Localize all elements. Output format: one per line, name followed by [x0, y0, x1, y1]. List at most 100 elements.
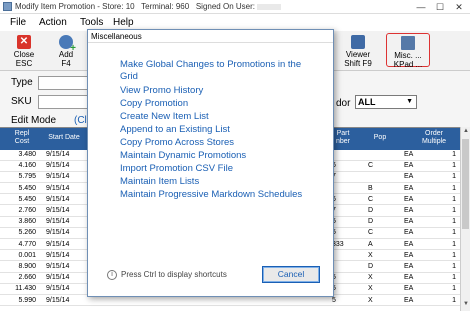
option-create-item-list[interactable]: Create New Item List: [120, 111, 209, 122]
maximize-button[interactable]: ☐: [431, 1, 449, 13]
cell-start-date: 9/15/14: [46, 263, 70, 270]
title-signed-on: Signed On User:: [195, 2, 255, 11]
misc-toolbar-button[interactable]: Misc. ... KPad ...: [386, 33, 430, 69]
scroll-up-icon[interactable]: ▲: [462, 128, 470, 137]
title-store: Modify Item Promotion - Store: 10: [15, 2, 135, 11]
cell-start-date: 9/15/14: [46, 251, 70, 259]
option-copy-across-stores[interactable]: Copy Promo Across Stores: [120, 137, 234, 148]
cell-order-multiple: 1: [452, 296, 456, 304]
header-order-multiple[interactable]: Order Multiple: [412, 130, 456, 146]
cell-order-multiple: 1: [452, 274, 456, 282]
sku-label: SKU: [11, 96, 32, 107]
option-append-list[interactable]: Append to an Existing List: [120, 124, 230, 135]
cell-order-multiple: 1: [452, 229, 456, 237]
table-row[interactable]: 5.990 9/15/14 5 X EA 1: [0, 296, 460, 307]
viewer-shortcut: Shift F9: [344, 59, 372, 68]
type-label: Type: [11, 77, 33, 88]
cell-pop: D: [368, 263, 374, 270]
info-icon: i: [107, 270, 117, 280]
cell-part-number: 7: [332, 207, 354, 214]
window-close-button[interactable]: ✕: [450, 1, 468, 13]
cell-unit: EA: [404, 184, 414, 192]
cell-order-multiple: 1: [452, 207, 456, 214]
menu-action[interactable]: Action: [39, 17, 67, 28]
misc-icon: [401, 36, 415, 50]
cell-start-date: 9/15/14: [46, 184, 70, 192]
minimize-button[interactable]: —: [412, 1, 430, 13]
cell-pop: C: [368, 162, 374, 170]
scroll-thumb[interactable]: [462, 139, 469, 229]
cell-repl-cost: 3.860: [18, 218, 36, 226]
header-start-date[interactable]: Start Date: [44, 134, 84, 142]
cell-part-number: 5: [332, 274, 354, 281]
cell-unit: EA: [404, 263, 414, 270]
option-import-csv[interactable]: Import Promotion CSV File: [120, 163, 233, 174]
add-label: Add: [58, 50, 74, 59]
cell-pop: C: [368, 229, 374, 237]
misc-shortcut: KPad ...: [393, 60, 423, 69]
add-toolbar-button[interactable]: Add F4: [46, 33, 86, 68]
cell-order-multiple: 1: [452, 285, 456, 293]
cell-repl-cost: 4.770: [18, 240, 36, 248]
cell-repl-cost: 5.990: [18, 296, 36, 304]
cell-order-multiple: 1: [452, 184, 456, 192]
misc-label: Misc. ...: [394, 51, 422, 60]
scroll-down-icon[interactable]: ▼: [462, 301, 470, 310]
cell-unit: EA: [404, 162, 414, 170]
close-toolbar-button[interactable]: ✕ Close ESC: [4, 33, 44, 68]
title-bar: Modify Item Promotion - Store: 10 Termin…: [0, 0, 470, 14]
header-pop[interactable]: Pop: [368, 134, 392, 142]
menu-file[interactable]: File: [10, 17, 26, 28]
option-maintain-item-lists[interactable]: Maintain Item Lists: [120, 176, 199, 187]
cell-repl-cost: 5.450: [18, 184, 36, 192]
option-copy-promotion[interactable]: Copy Promotion: [120, 98, 188, 109]
viewer-toolbar-button[interactable]: Viewer Shift F9: [338, 33, 378, 68]
cell-start-date: 9/15/14: [46, 240, 70, 248]
cell-start-date: 9/15/14: [46, 207, 70, 214]
close-label: Close: [13, 50, 35, 59]
cell-repl-cost: 4.160: [18, 162, 36, 170]
header-part-number[interactable]: Part nber: [331, 130, 355, 146]
cell-repl-cost: 2.760: [18, 207, 36, 214]
vendor-select[interactable]: ALL ▼: [355, 95, 417, 109]
option-dynamic-promotions[interactable]: Maintain Dynamic Promotions: [120, 150, 246, 161]
app-icon: [3, 2, 12, 11]
option-global-changes[interactable]: Make Global Changes to Promotions in the: [120, 59, 301, 70]
add-shortcut: F4: [61, 59, 71, 68]
cell-pop: D: [368, 218, 374, 226]
viewer-icon: [351, 35, 365, 49]
cell-part-number: 5: [332, 296, 336, 304]
cell-order-multiple: 1: [452, 218, 456, 226]
cell-pop: B: [368, 184, 373, 192]
option-global-changes-cont[interactable]: Grid: [120, 71, 138, 82]
cell-order-multiple: 1: [452, 195, 456, 203]
cancel-button[interactable]: Cancel: [262, 266, 320, 283]
add-user-icon: [59, 35, 76, 53]
cell-unit: EA: [404, 207, 414, 214]
cell-pop: C: [368, 195, 374, 203]
menu-tools[interactable]: Tools: [80, 17, 103, 28]
cell-pop: X: [368, 251, 373, 259]
cell-start-date: 9/15/14: [46, 274, 70, 282]
cell-pop: X: [368, 296, 373, 304]
grid-scrollbar[interactable]: ▲ ▼: [460, 127, 470, 311]
cell-start-date: 9/15/14: [46, 195, 70, 203]
cell-start-date: 9/15/14: [46, 173, 70, 181]
cell-repl-cost: 11.430: [15, 285, 36, 293]
cell-part-number: 5: [332, 285, 354, 292]
header-repl-cost[interactable]: Repl Cost: [6, 130, 38, 146]
edit-mode-label: Edit Mode: [11, 115, 57, 126]
cell-repl-cost: 3.480: [18, 151, 36, 158]
cell-unit: EA: [404, 218, 414, 226]
cell-order-multiple: 1: [452, 162, 456, 170]
cell-unit: EA: [404, 251, 414, 259]
menu-help[interactable]: Help: [113, 17, 134, 28]
cell-unit: EA: [404, 195, 414, 203]
option-markdown-schedules[interactable]: Maintain Progressive Markdown Schedules: [120, 189, 302, 200]
cell-unit: EA: [404, 173, 414, 181]
cell-start-date: 9/15/14: [46, 285, 70, 293]
cell-unit: EA: [404, 151, 414, 158]
cell-unit: EA: [404, 229, 414, 237]
cell-repl-cost: 5.795: [18, 173, 36, 181]
option-view-promo-history[interactable]: View Promo History: [120, 85, 203, 96]
